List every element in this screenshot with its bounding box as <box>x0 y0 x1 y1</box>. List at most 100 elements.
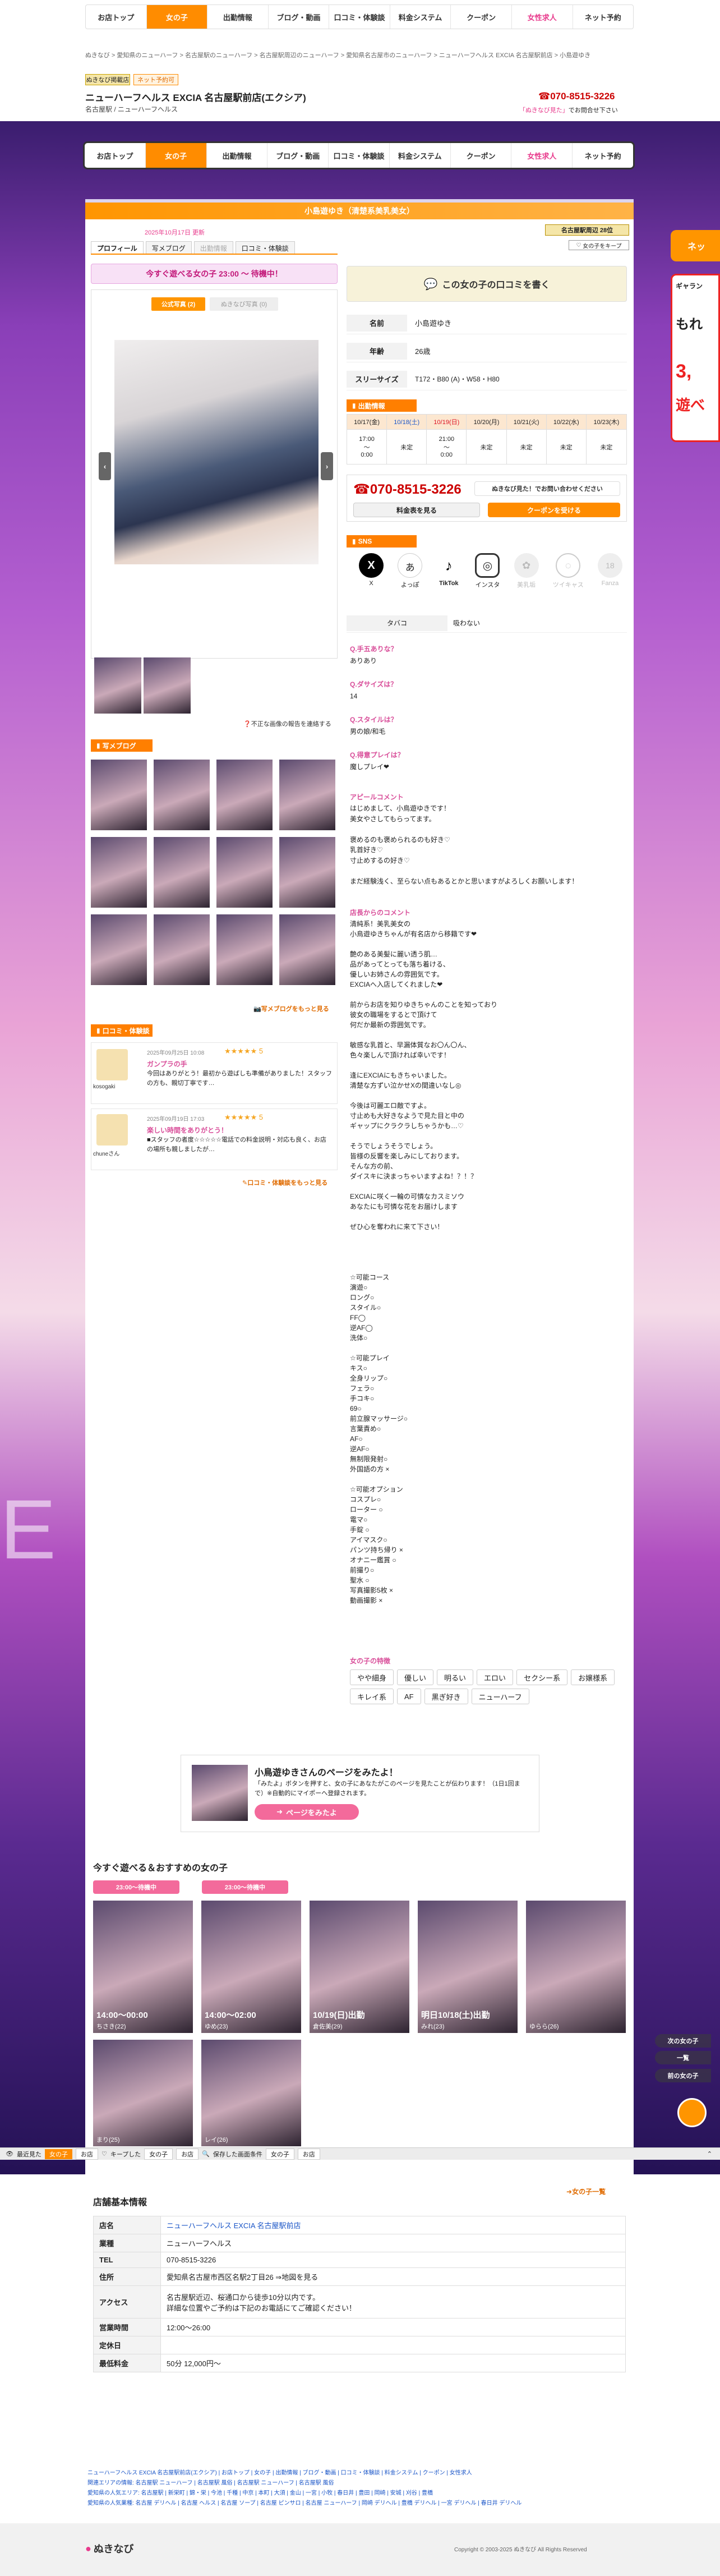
coupon-button[interactable]: クーポンを受ける <box>488 503 620 517</box>
qa-list: Q.手五ありな？ ありあり Q.ダサイズは？ 14 Q.スタイルは？ 男の娘/和毛 Q… <box>350 636 625 772</box>
nav2-coupon[interactable]: クーポン <box>451 143 512 168</box>
footer-keep-girls[interactable]: 女の子 <box>144 2148 173 2160</box>
recommend-card[interactable]: ゆらら(26) <box>526 1901 626 2033</box>
nav-girls[interactable]: 女の子 <box>146 5 208 29</box>
footer-popular-genre-links[interactable]: 愛知県の人気業種: 名古屋 デリヘル | 名古屋 ヘルス | 名古屋 ソープ |… <box>87 2499 631 2509</box>
feature-tag[interactable]: AF <box>397 1689 421 1704</box>
photo-report-link[interactable]: ❓不正な画像の報告を連絡する <box>243 719 331 728</box>
breadcrumb[interactable]: ぬきなび > 愛知県のニューハーフ > 名古屋駅のニューハーフ > 名古屋駅周辺… <box>85 50 634 59</box>
nav2-girls[interactable]: 女の子 <box>145 143 207 168</box>
blog-more-link[interactable]: 📷写メブログをもっと見る <box>253 1004 329 1013</box>
feature-tag[interactable]: ニューハーフ <box>471 1689 529 1704</box>
feature-tag[interactable]: エロい <box>477 1669 514 1685</box>
main-photo[interactable] <box>114 340 319 564</box>
blog-thumb[interactable] <box>216 837 273 908</box>
nav-top[interactable]: お店トップ <box>86 5 147 29</box>
chevron-up-icon[interactable]: ⌃ <box>707 2150 712 2158</box>
sns-yoppy[interactable]: ぁよっぽ <box>398 553 423 589</box>
nav-blog[interactable]: ブログ・動画 <box>269 5 330 29</box>
footer-recent-shops[interactable]: お店 <box>75 2148 98 2160</box>
feature-tag[interactable]: お嬢様系 <box>571 1669 615 1685</box>
recommend-card[interactable]: 10/19(日)出勤 倉佐美(29) <box>310 1901 409 2033</box>
photo-prev-arrow[interactable]: ‹ <box>99 452 111 480</box>
footer-recent-girls[interactable]: 女の子 <box>44 2149 72 2159</box>
blog-thumb[interactable] <box>279 760 335 830</box>
nav-schedule[interactable]: 出勤情報 <box>207 5 269 29</box>
feature-tag[interactable]: 黒ぎ好き <box>424 1689 468 1704</box>
keep-button[interactable]: ♡ 女の子をキープ <box>569 240 629 250</box>
photo-tab-official[interactable]: 公式写真 (2) <box>151 297 205 311</box>
feature-tag[interactable]: 明るい <box>437 1669 474 1685</box>
photo-tab-nukinavi[interactable]: ぬきなび写真 (0) <box>210 297 278 311</box>
price-list-button[interactable]: 料金表を見る <box>353 503 480 517</box>
side-ad-banner[interactable]: ギャラン もれ 3, 遊べ <box>671 274 720 442</box>
nav2-top[interactable]: お店トップ <box>85 143 146 168</box>
feature-tag[interactable]: 優しい <box>397 1669 434 1685</box>
nav2-price[interactable]: 料金システム <box>390 143 451 168</box>
nav2-reviews[interactable]: 口コミ・体験談 <box>329 143 390 168</box>
recommend-card[interactable]: まり(25) <box>93 2040 193 2146</box>
tab-reviews[interactable]: 口コミ・体験談 <box>235 241 295 254</box>
nav-reviews[interactable]: 口コミ・体験談 <box>329 5 390 29</box>
girl-list-button[interactable]: 一覧 <box>655 2051 711 2064</box>
girl-list-link[interactable]: ➜女の子一覧 <box>566 2187 606 2196</box>
feature-tag[interactable]: キレイ系 <box>350 1689 394 1704</box>
next-girl-button[interactable]: 次の女の子 <box>655 2034 711 2048</box>
photo-thumb-2[interactable] <box>144 657 191 714</box>
tab-schedule[interactable]: 出勤情報 <box>193 241 233 254</box>
footer-keep-shops[interactable]: お店 <box>176 2148 199 2160</box>
footer-area-links[interactable]: 関連エリアの情報: 名古屋駅 ニューハーフ | 名古屋駅 風俗 | 名古屋駅 ニ… <box>87 2478 631 2488</box>
side-float-badge[interactable] <box>677 2098 707 2127</box>
footer-saved-shops[interactable]: お店 <box>297 2148 320 2160</box>
nav-recruit[interactable]: 女性求人 <box>512 5 573 29</box>
feature-tag[interactable]: セクシー系 <box>516 1669 568 1685</box>
feature-tag[interactable]: やや細身 <box>350 1669 394 1685</box>
tab-blog[interactable]: 写メブログ <box>145 241 192 254</box>
shop-tel[interactable]: ☎070-8515-3226 <box>538 91 615 102</box>
side-net-banner[interactable]: ネッ <box>671 230 720 261</box>
tab-profile[interactable]: プロフィール <box>91 241 144 254</box>
sns-twitcas[interactable]: ◌ ツイキャス <box>553 553 584 589</box>
blog-thumb[interactable] <box>154 837 210 908</box>
recommend-card[interactable]: 14:00〜00:00 ちさき(22) <box>93 1901 193 2033</box>
shop-name[interactable]: ニューハーフヘルス EXCIA 名古屋駅前店(エクシア) <box>85 90 306 104</box>
nav-reserve[interactable]: ネット予約 <box>573 5 634 29</box>
footer-popular-area-links[interactable]: 愛知県の人気エリア: 名古屋駅 | 新栄町 | 錦・栄 | 今池 | 千種 | … <box>87 2488 631 2499</box>
nav-price[interactable]: 料金システム <box>390 5 451 29</box>
sns-fanza[interactable]: 18 Fanza <box>597 553 622 589</box>
blog-thumb[interactable] <box>279 914 335 985</box>
footer-shop-links[interactable]: ニューハーフヘルス EXCIA 名古屋駅前店(エクシア) | お店トップ | 女… <box>87 2468 631 2478</box>
sns-bijin[interactable]: ✿ 美乳垢 <box>514 553 539 589</box>
blog-thumb[interactable] <box>216 760 273 830</box>
blog-thumb[interactable] <box>91 837 147 908</box>
nav2-recruit[interactable]: 女性求人 <box>511 143 573 168</box>
recommend-card[interactable]: 明日10/18(土)出勤 みれ(23) <box>418 1901 518 2033</box>
mitayo-button[interactable]: ➜ ページをみたよ <box>255 1804 359 1820</box>
write-review-button[interactable]: 💬 この女の子の口コミを書く <box>347 266 627 302</box>
sns-instagram[interactable]: ◎ インスタ <box>475 553 500 589</box>
blog-thumb[interactable] <box>279 837 335 908</box>
sns-tiktok[interactable]: ♪ TikTok <box>436 553 461 589</box>
store-value[interactable]: 愛知県名古屋市西区名駅2丁目26 ⇒地図を見る <box>160 2267 626 2286</box>
blog-thumb[interactable] <box>91 760 147 830</box>
photo-next-arrow[interactable]: › <box>321 452 333 480</box>
nav-coupon[interactable]: クーポン <box>451 5 512 29</box>
prev-girl-button[interactable]: 前の女の子 <box>655 2069 711 2082</box>
question-icon: ❓ <box>243 721 251 728</box>
blog-thumb[interactable] <box>216 914 273 985</box>
nav2-blog[interactable]: ブログ・動画 <box>267 143 329 168</box>
recommend-card[interactable]: レイ(26) <box>201 2040 301 2146</box>
contact-tel[interactable]: ☎070-8515-3226 <box>353 481 461 498</box>
reviews-more-link[interactable]: ✎口コミ・体験談をもっと見る <box>242 1178 327 1187</box>
blog-thumb[interactable] <box>154 760 210 830</box>
blog-thumb[interactable] <box>91 914 147 985</box>
nav2-reserve[interactable]: ネット予約 <box>573 143 633 168</box>
footer-saved-girls[interactable]: 女の子 <box>265 2148 294 2160</box>
recommend-card[interactable]: 14:00〜02:00 ゆめ(23) <box>201 1901 301 2033</box>
footer-logo[interactable]: ● ぬきなび <box>85 2541 134 2556</box>
store-value[interactable]: ニューハーフヘルス EXCIA 名古屋駅前店 <box>160 2216 626 2234</box>
sns-x[interactable]: XX <box>359 553 384 589</box>
nav2-schedule[interactable]: 出勤情報 <box>207 143 268 168</box>
blog-thumb[interactable] <box>154 914 210 985</box>
photo-thumb-1[interactable] <box>94 657 141 714</box>
